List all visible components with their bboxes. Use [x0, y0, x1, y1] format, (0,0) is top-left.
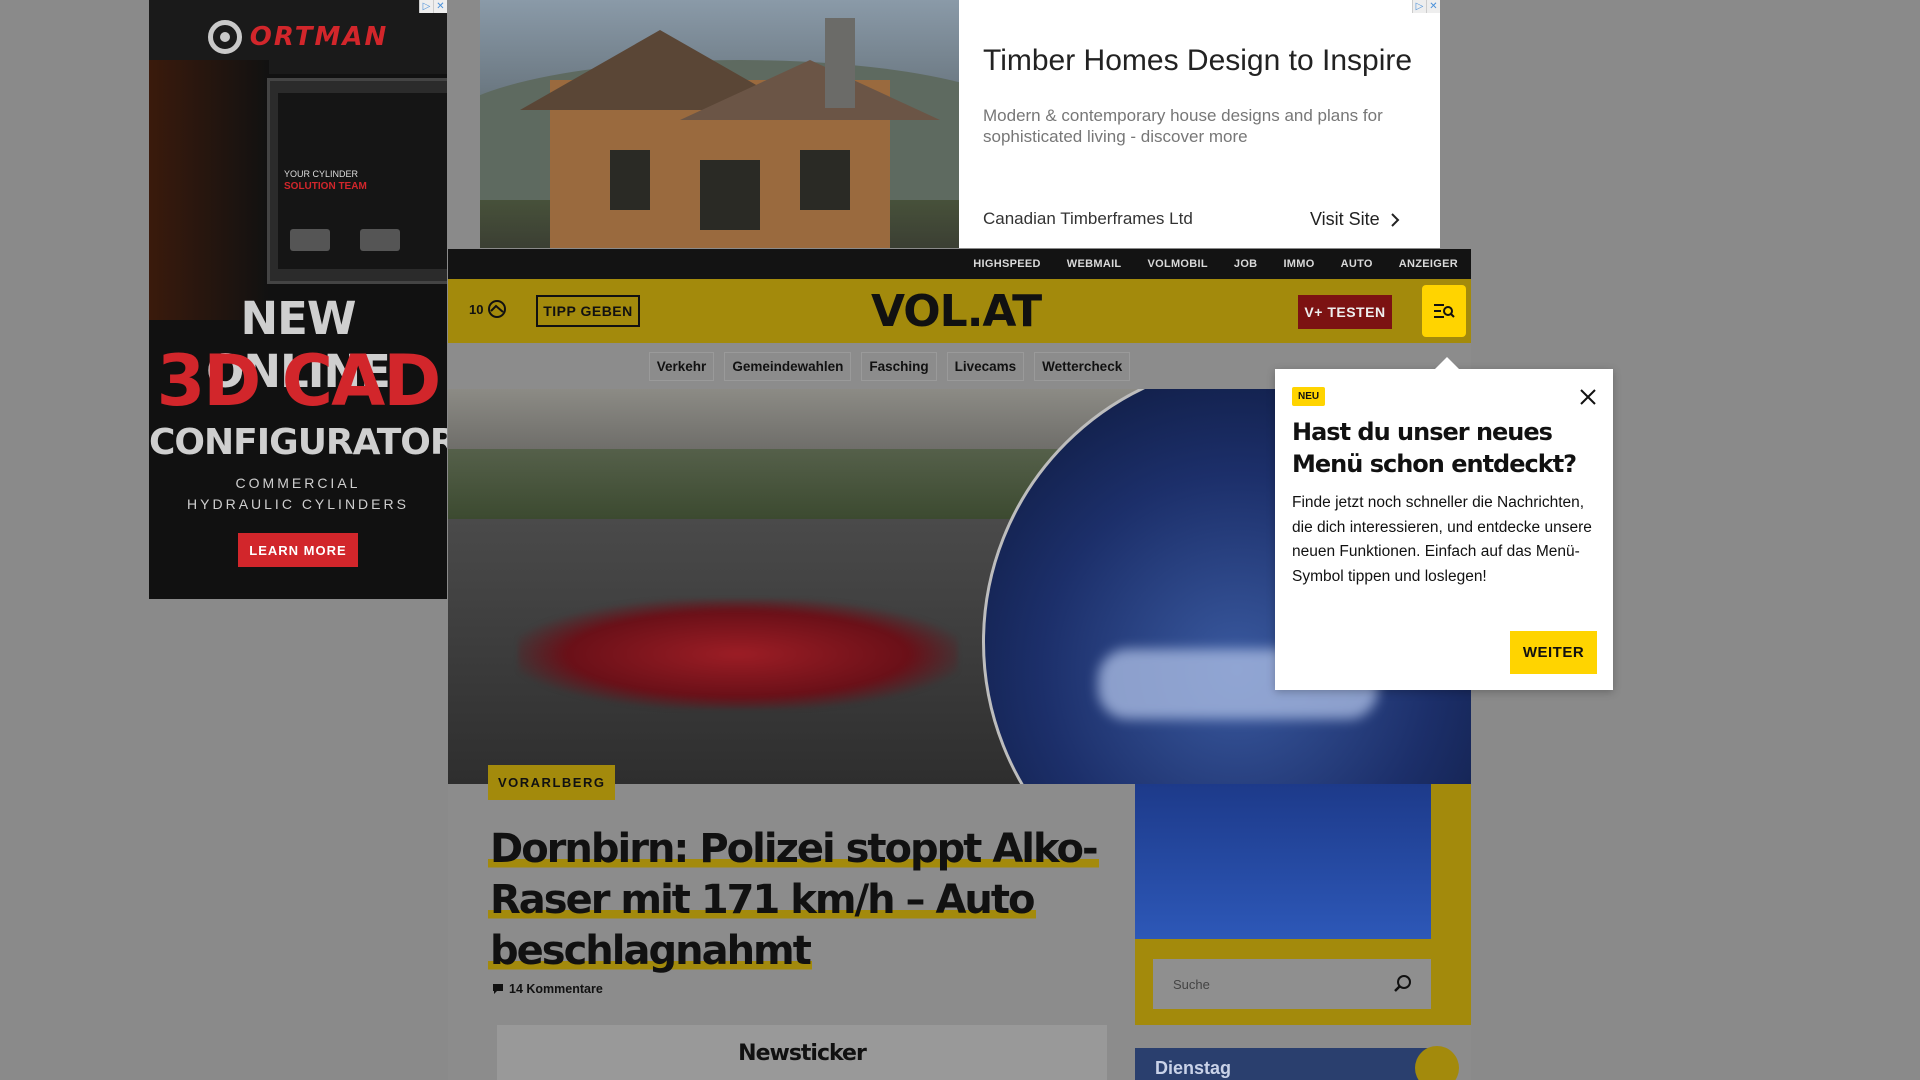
comments-count: 14 Kommentare	[509, 982, 603, 996]
newsticker-box[interactable]: Newsticker	[497, 1025, 1107, 1080]
chevron-right-icon	[1390, 212, 1400, 227]
topnav-job[interactable]: JOB	[1221, 258, 1271, 270]
adchoices[interactable]: ▷ ✕	[419, 0, 447, 13]
weather-widget[interactable]: 10	[469, 299, 507, 319]
menu-search-button[interactable]	[1422, 285, 1466, 337]
ortman-skyscraper-ad[interactable]: ORTMAN YOUR CYLINDER SOLUTION TEAM NEW O…	[149, 0, 447, 599]
weather-count: 10	[469, 301, 484, 317]
popup-title: Hast du unser neues Menü schon entdeckt?	[1292, 418, 1577, 478]
top-navigation: HIGHSPEED WEBMAIL VOLMOBIL JOB IMMO AUTO…	[448, 249, 1471, 279]
search-icon[interactable]	[1393, 974, 1413, 994]
popup-arrow	[1435, 357, 1459, 369]
topnav-highspeed[interactable]: HIGHSPEED	[960, 258, 1054, 270]
speeding-car-shape	[518, 599, 958, 709]
category-tag[interactable]: VORARLBERG	[488, 765, 616, 800]
site-header: 10 TIPP GEBEN VOL.AT V+ TESTEN	[448, 279, 1471, 343]
timber-house-photo	[480, 0, 959, 248]
new-badge: NEU	[1292, 387, 1326, 406]
window-shape	[700, 160, 760, 230]
adchoices-icon[interactable]: ▷	[419, 0, 433, 13]
popup-body: Finde jetzt noch schneller die Nachricht…	[1292, 494, 1592, 585]
newsticker-title: Newsticker	[738, 1041, 867, 1066]
cylinder-image	[360, 229, 400, 251]
ad-background-glow	[149, 60, 269, 320]
site-logo[interactable]: VOL.AT	[871, 286, 1042, 337]
adchoices-icon[interactable]: ▷	[1412, 0, 1426, 13]
ad-subline: COMMERCIAL HYDRAULIC CYLINDERS	[149, 473, 447, 515]
close-icon[interactable]	[1578, 387, 1598, 407]
visit-site-label: Visit Site	[1310, 209, 1380, 229]
laptop-image: YOUR CYLINDER SOLUTION TEAM	[267, 78, 447, 284]
screen-text-2: SOLUTION TEAM	[284, 181, 367, 192]
hero-image-continuation	[1135, 784, 1431, 939]
ad-close-icon[interactable]: ✕	[433, 0, 447, 13]
article-headline-text[interactable]: Dornbirn: Polizei stoppt Alko-Raser mit …	[488, 826, 1099, 974]
comments-link[interactable]: 14 Kommentare	[492, 982, 603, 996]
visit-site-button[interactable]: Visit Site	[1310, 209, 1400, 230]
ad-title[interactable]: Timber Homes Design to Inspire	[983, 44, 1412, 78]
weather-icon	[488, 300, 507, 318]
nav-fasching[interactable]: Fasching	[861, 351, 937, 381]
roof-shape	[680, 60, 940, 120]
menu-search-icon	[1434, 304, 1455, 318]
topnav-webmail[interactable]: WEBMAIL	[1054, 258, 1135, 270]
ad-headline-3: CONFIGURATOR	[149, 422, 447, 463]
ad-close-icon[interactable]: ✕	[1426, 0, 1440, 13]
nav-verkehr[interactable]: Verkehr	[648, 351, 715, 381]
search-input[interactable]	[1171, 975, 1375, 993]
comment-icon	[493, 984, 503, 994]
article-headline[interactable]: Dornbirn: Polizei stoppt Alko-Raser mit …	[488, 824, 1108, 977]
chimney-shape	[825, 18, 855, 108]
timber-homes-banner-ad[interactable]: Timber Homes Design to Inspire Modern & …	[480, 0, 1440, 248]
new-menu-popup: NEU Hast du unser neues Menü schon entde…	[1275, 357, 1613, 690]
ad-advertiser: Canadian Timberframes Ltd	[983, 209, 1193, 228]
ad-brand: ORTMAN	[249, 22, 389, 52]
ad-subline-1: COMMERCIAL	[235, 475, 361, 491]
ad-headline-2: 3D CAD	[156, 340, 442, 422]
nav-livecams[interactable]: Livecams	[946, 351, 1025, 381]
article-teaser: VORARLBERG Dornbirn: Polizei stoppt Alko…	[448, 765, 1135, 1080]
ortman-logo-icon	[207, 20, 242, 54]
vplus-testen-button[interactable]: V+ TESTEN	[1298, 295, 1392, 329]
weiter-button[interactable]: WEITER	[1510, 631, 1597, 674]
weather-dot	[1415, 1046, 1459, 1080]
learn-more-button[interactable]: LEARN MORE	[238, 533, 358, 567]
topnav-immo[interactable]: IMMO	[1270, 258, 1327, 270]
tipp-geben-button[interactable]: TIPP GEBEN	[536, 295, 640, 327]
topnav-volmobil[interactable]: VOLMOBIL	[1134, 258, 1220, 270]
weather-day-card[interactable]: Dienstag	[1135, 1048, 1431, 1080]
window-shape	[800, 150, 850, 210]
nav-gemeindewahlen[interactable]: Gemeindewahlen	[724, 351, 852, 381]
nav-wettercheck[interactable]: Wettercheck	[1034, 351, 1131, 381]
ad-description: Modern & contemporary house designs and …	[983, 106, 1383, 146]
window-shape	[610, 150, 650, 210]
ad-subline-2: HYDRAULIC CYLINDERS	[187, 496, 409, 512]
adchoices[interactable]: ▷ ✕	[1412, 0, 1440, 13]
topnav-auto[interactable]: AUTO	[1328, 258, 1386, 270]
screen-text-1: YOUR CYLINDER	[284, 169, 359, 179]
right-column: Dienstag	[1135, 784, 1471, 1080]
search-bar	[1153, 959, 1431, 1009]
cylinder-image	[290, 229, 330, 251]
topnav-anzeiger[interactable]: ANZEIGER	[1386, 258, 1471, 270]
